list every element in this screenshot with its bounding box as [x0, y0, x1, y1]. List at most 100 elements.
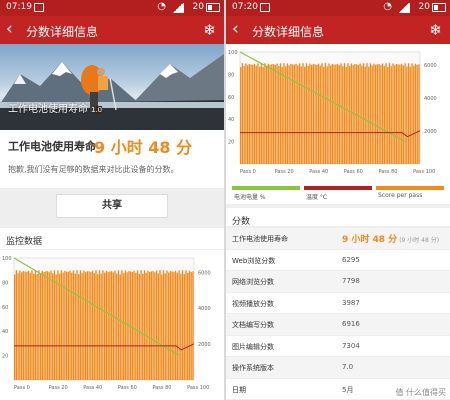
score-bar — [411, 63, 413, 164]
right-screen: 07:20 ◔ 20 ‹ 分数详细信息 ❄ 100 80 60 40 20 6000 400… — [226, 0, 450, 400]
score-bar — [276, 63, 278, 164]
score-bar — [376, 64, 379, 164]
score-bar — [48, 272, 50, 380]
monitoring-chart-svg-right: 100 80 60 40 20 6000 4000 2000 Pass 0 Pass 20 Pass… — [228, 50, 437, 175]
score-bar — [95, 270, 97, 380]
row-key: 操作系统版本 — [232, 364, 274, 372]
score-bar — [328, 63, 330, 165]
score-bar — [330, 65, 332, 164]
score-bar — [19, 270, 21, 380]
row-value-sub: (9 小时 48 分) — [399, 237, 440, 244]
wifi-icon: ◔ — [383, 1, 392, 12]
back-arrow-icon[interactable]: ‹ — [6, 20, 13, 38]
score-bar — [161, 274, 163, 380]
score-bar — [368, 66, 370, 164]
score-bar — [402, 65, 405, 164]
score-bar — [331, 63, 334, 164]
y-tick-right: 6000 — [424, 63, 437, 69]
score-bar — [336, 63, 339, 164]
watermark: 值 什么值得买 — [395, 388, 446, 397]
score-bar — [107, 271, 109, 380]
score-bar — [314, 64, 316, 164]
row-key: 网络浏览分数 — [232, 278, 274, 286]
score-bar — [371, 65, 373, 164]
score-bar — [387, 67, 389, 164]
score-bar — [50, 270, 52, 380]
table-row: 操作系统版本 7.0 — [226, 357, 450, 379]
score-bar — [162, 270, 165, 380]
row-key: 日期 — [232, 385, 246, 394]
score-bar — [176, 272, 179, 380]
score-bar — [317, 63, 320, 164]
score-bar — [143, 270, 146, 380]
score-bar — [390, 66, 392, 164]
back-arrow-icon[interactable]: ‹ — [232, 20, 239, 38]
version-label: 1.0 — [91, 106, 103, 114]
score-bar — [307, 65, 309, 164]
score-bar — [260, 63, 263, 164]
app-bar: ‹ 分数详细信息 ❄ — [226, 16, 450, 44]
score-bar — [366, 63, 368, 164]
score-bar — [154, 272, 156, 380]
y-tick-right: 2000 — [198, 342, 211, 348]
score-bar — [133, 270, 135, 380]
score-bar — [171, 271, 173, 380]
score-bar — [166, 270, 168, 380]
y-tick-left: 80 — [2, 280, 8, 286]
score-bar — [246, 65, 249, 164]
score-bar — [309, 63, 311, 164]
score-bar — [267, 63, 270, 164]
score-bar — [394, 65, 396, 164]
score-bar — [190, 272, 192, 380]
score-bar — [31, 270, 33, 380]
score-bar — [41, 270, 44, 380]
score-bar — [123, 273, 125, 380]
score-bar — [400, 63, 403, 165]
score-bar — [169, 271, 172, 380]
score-bar — [117, 270, 120, 380]
score-bar — [252, 64, 254, 164]
snowflake-icon[interactable]: ❄ — [429, 21, 442, 39]
comparison-notice: 抱歉,我们没有足够的数据来对比此设备的分数。 — [8, 165, 179, 174]
score-bar — [34, 270, 37, 380]
score-bar — [271, 64, 273, 164]
score-bar — [38, 270, 40, 380]
score-bar — [105, 270, 108, 380]
score-bar — [168, 272, 170, 380]
row-key: 视频播放分数 — [232, 299, 274, 308]
score-bar — [245, 63, 247, 164]
score-bar — [124, 270, 127, 380]
score-bar — [395, 63, 398, 164]
score-bar — [338, 65, 340, 164]
share-button[interactable]: 共享 — [56, 194, 168, 218]
page-title: 分数详细信息 — [26, 25, 99, 39]
y-tick-left: 40 — [2, 329, 8, 335]
row-key: 工作电池使用寿命 — [232, 235, 288, 243]
score-bar — [340, 63, 342, 164]
score-bar — [350, 63, 353, 164]
score-bar — [188, 270, 191, 380]
score-bar — [104, 272, 106, 380]
score-bar — [385, 63, 387, 164]
score-bar — [65, 271, 68, 380]
table-row: 工作电池使用寿命 9 小时 48 分 (9 小时 48 分) — [226, 228, 450, 250]
row-value: 6916 — [342, 320, 360, 328]
score-bar — [14, 274, 16, 380]
legend-temperature-label: 温度 °C — [306, 194, 328, 201]
score-bar — [114, 270, 116, 380]
x-tick-label: Pass 60 — [118, 385, 137, 391]
score-bar — [345, 67, 347, 164]
y-tick-left: 60 — [2, 305, 8, 311]
score-bar — [375, 64, 377, 164]
score-bar — [291, 64, 294, 164]
monitoring-chart-right: 100 80 60 40 20 6000 4000 2000 Pass 0 Pass 20 Pass… — [226, 44, 450, 184]
score-bar — [100, 273, 102, 380]
y-tick-left: 40 — [228, 117, 234, 123]
chart-legend: 电池电量 % 温度 °C Score per pass — [226, 184, 450, 204]
score-bar — [335, 64, 337, 164]
row-value: 7798 — [342, 277, 360, 285]
snowflake-icon[interactable]: ❄ — [203, 21, 216, 39]
score-bar — [255, 65, 257, 164]
score-bar — [67, 271, 69, 380]
score-bar — [253, 63, 256, 164]
